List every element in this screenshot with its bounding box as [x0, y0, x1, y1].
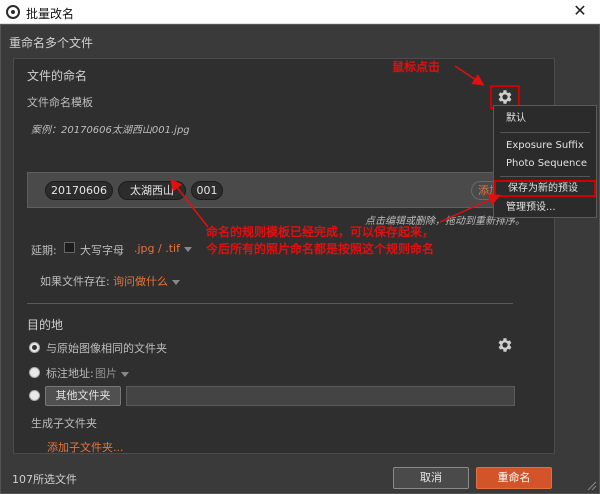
template-token-sequence[interactable]: 001 — [191, 181, 223, 200]
other-folder-path-field[interactable] — [126, 386, 515, 406]
other-folder-radio[interactable] — [29, 390, 40, 401]
menu-item-photo-sequence[interactable]: Photo Sequence — [494, 155, 596, 172]
menu-item-manage-presets[interactable]: 管理预设... — [494, 199, 596, 216]
path-label: 标注地址: — [46, 367, 94, 380]
template-label: 文件命名模板 — [27, 96, 93, 109]
menu-separator — [500, 132, 590, 133]
same-folder-radio[interactable] — [29, 342, 40, 353]
if-exists-dropdown[interactable]: 询问做什么 — [113, 273, 180, 289]
extension-label: 延期: — [31, 244, 57, 257]
menu-separator — [500, 176, 590, 177]
naming-example: 案例：20170606太湖西山001.jpg — [31, 125, 190, 136]
if-exists-value: 询问做什么 — [113, 275, 168, 288]
add-subfolder-link[interactable]: 添加子文件夹... — [47, 439, 124, 455]
menu-item-default[interactable]: 默认 — [494, 110, 596, 127]
gear-icon — [498, 338, 512, 352]
annotation-note-line2: 今后所有的照片命名都是按照这个规则命名 — [206, 242, 435, 256]
template-token-place[interactable]: 太湖西山 — [118, 181, 186, 200]
selected-file-count: 107所选文件 — [12, 473, 77, 486]
other-folder-button[interactable]: 其他文件夹 — [45, 386, 121, 406]
annotation-mouse-click: 鼠标点击 — [392, 60, 441, 74]
annotation-note-line1: 命名的规则模板已经完成，可以保存起来， — [206, 225, 435, 239]
cancel-button[interactable]: 取消 — [393, 467, 469, 489]
path-value: 图片 — [95, 367, 117, 380]
rename-button[interactable]: 重命名 — [476, 467, 552, 489]
menu-item-exposure-suffix[interactable]: Exposure Suffix — [494, 137, 596, 154]
section-divider — [27, 303, 513, 304]
app-icon — [6, 5, 20, 19]
dialog-title: 重命名多个文件 — [9, 36, 94, 50]
rename-dialog: 重命名多个文件 文件的命名 文件命名模板 案例：20170606太湖西山001.… — [0, 24, 600, 494]
destination-section-title: 目的地 — [27, 318, 64, 332]
path-radio[interactable] — [29, 367, 40, 378]
gear-icon — [498, 90, 512, 104]
template-token-area[interactable]: 20170606 太湖西山 001 添加… — [27, 172, 511, 208]
window-titlebar: 批量改名 ✕ — [0, 0, 600, 24]
extension-value: .jpg / .tif — [134, 242, 180, 255]
menu-item-save-preset[interactable]: 保存为新的预设 — [494, 180, 596, 197]
path-dropdown[interactable]: 图片 — [95, 365, 129, 381]
chevron-down-icon — [121, 371, 129, 377]
window-close-button[interactable]: ✕ — [560, 0, 600, 24]
same-folder-label: 与原始图像相同的文件夹 — [46, 342, 167, 355]
file-naming-section-title: 文件的命名 — [27, 69, 88, 83]
chevron-down-icon — [183, 246, 192, 252]
template-token-date[interactable]: 20170606 — [45, 181, 113, 200]
uppercase-checkbox[interactable] — [64, 242, 75, 253]
resize-grip-icon[interactable] — [587, 481, 597, 491]
window-title: 批量改名 — [26, 7, 75, 21]
chevron-down-icon — [172, 279, 180, 285]
subfolder-label: 生成子文件夹 — [31, 417, 97, 430]
if-exists-label: 如果文件存在: — [40, 275, 110, 288]
extension-dropdown[interactable]: .jpg / .tif — [134, 242, 192, 255]
destination-gear-button[interactable] — [490, 333, 520, 357]
preset-menu: 默认 Exposure Suffix Photo Sequence 保存为新的预… — [493, 105, 597, 218]
uppercase-label: 大写字母 — [80, 244, 124, 257]
